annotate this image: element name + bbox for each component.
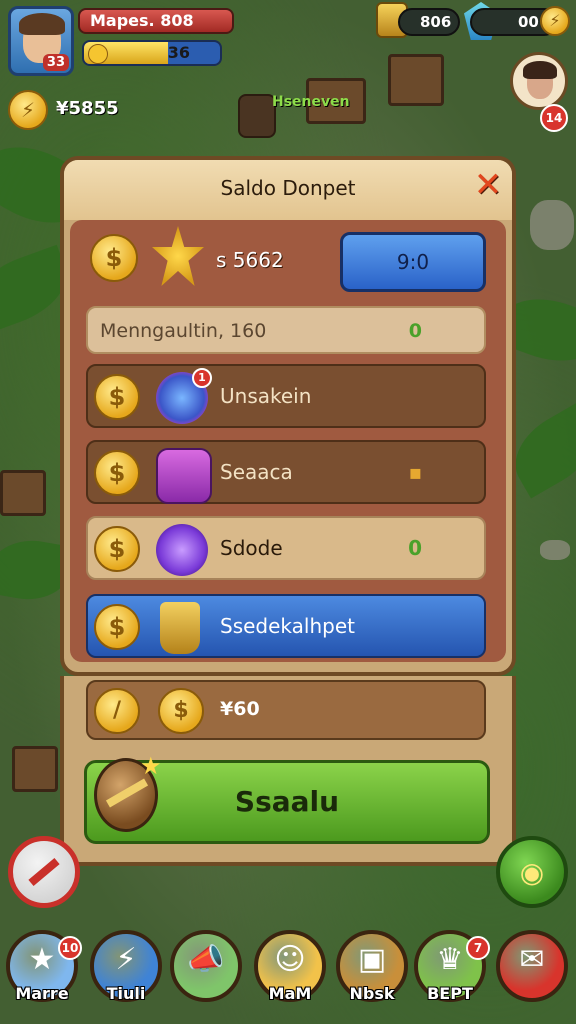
nav-button[interactable]: ▣ Nbsk — [336, 930, 408, 1010]
purple-orb-icon — [156, 524, 208, 576]
rock — [540, 540, 570, 560]
chat-icon: ✉ — [519, 942, 545, 977]
xp-value: 36 — [167, 43, 190, 62]
crate — [388, 54, 444, 106]
map-button[interactable]: ◉ — [496, 836, 568, 908]
nav-button[interactable]: ☺ MaM — [254, 930, 326, 1010]
dialog-title: Saldo Donpet — [220, 176, 356, 200]
add-currency-icon[interactable]: ⚡ — [540, 6, 570, 36]
lightning-icon: ⚡ — [115, 942, 137, 977]
coin-icon: $ — [94, 604, 140, 650]
compass-icon: ◉ — [519, 856, 545, 889]
coin-icon: $ — [94, 450, 140, 496]
info-value: 0 — [408, 320, 422, 342]
notification-badge: 14 — [540, 104, 568, 132]
player-name: Mapes. 808 — [78, 8, 234, 34]
close-icon[interactable]: ✕ — [470, 168, 506, 204]
gold-value: 806 — [420, 13, 452, 31]
gift-box-icon — [156, 448, 212, 504]
crate — [0, 470, 46, 516]
cancel-button[interactable] — [8, 836, 80, 908]
friend-hair — [523, 61, 557, 79]
barrel — [238, 94, 276, 138]
row-label: Seaaca — [220, 460, 293, 484]
xp-icon — [88, 44, 108, 64]
coin-icon: $ — [94, 374, 140, 420]
nav-label: Nbsk — [349, 984, 395, 1003]
currency-value: ¥5855 — [56, 98, 119, 119]
shop-row[interactable]: $ Sdode 0 — [86, 516, 486, 580]
nav-button[interactable]: 📣 — [170, 930, 242, 1010]
row-label: Unsakein — [220, 384, 312, 408]
nav-badge: 7 — [466, 936, 490, 960]
coin-icon: $ — [158, 688, 204, 734]
level-badge: 33 — [42, 54, 69, 71]
total-row: / $ ¥60 — [86, 680, 486, 740]
coin-icon: / — [94, 688, 140, 734]
shop-row-selected[interactable]: $ Ssedekalhpet — [86, 594, 486, 658]
nav-button[interactable]: ✉ — [496, 930, 568, 1010]
friend-avatar[interactable] — [510, 52, 568, 110]
coin-icon: $ — [90, 234, 138, 282]
nav-button[interactable]: ★ Marre 10 — [6, 930, 82, 1010]
megaphone-icon: 📣 — [187, 942, 225, 977]
gem-value: 00 — [518, 13, 539, 31]
nav-badge: 10 — [58, 936, 82, 960]
nav-button[interactable]: ⚡ Tiuli — [90, 930, 162, 1010]
sparkle-icon: ★ — [140, 752, 162, 780]
xp-bar: 36 — [82, 40, 222, 66]
nav-label: Marre — [15, 984, 69, 1003]
nav-label: Tiuli — [106, 984, 146, 1003]
avatar-hair — [19, 13, 65, 35]
top-row-label: s 5662 — [216, 248, 284, 272]
dialog-header: Saldo Donpet ✕ — [64, 160, 512, 220]
total-label: ¥60 — [220, 698, 260, 720]
info-row: Menngaultin, 160 0 — [86, 306, 486, 354]
coin-icon: $ — [94, 526, 140, 572]
item-badge: 1 — [192, 368, 212, 388]
shop-row[interactable]: $ Seaaca ▪ — [86, 440, 486, 504]
nav-label: MaM — [268, 984, 312, 1003]
nav-label: BEPT — [427, 984, 473, 1003]
row-value: 0 — [408, 536, 422, 560]
info-label: Menngaultin, 160 — [100, 320, 267, 342]
crate — [12, 746, 58, 792]
nav-button[interactable]: ♛ BEPT 7 — [414, 930, 490, 1010]
price-button[interactable]: 9:0 — [340, 232, 486, 292]
character-icon: ☺ — [274, 942, 306, 977]
currency-icon: ⚡ — [8, 90, 48, 130]
row-label: Ssedekalhpet — [220, 614, 355, 638]
player-avatar[interactable]: 33 — [8, 6, 74, 76]
shop-row[interactable]: $ 1 Unsakein — [86, 364, 486, 428]
treasure-chest-icon: ▣ — [357, 942, 387, 977]
gold-counter[interactable]: 806 — [398, 8, 460, 36]
map-sign: Hseneven — [272, 94, 350, 110]
rock — [530, 200, 574, 250]
row-value: ▪ — [408, 460, 422, 484]
gold-trophy-icon — [160, 602, 200, 654]
row-label: Sdode — [220, 536, 283, 560]
